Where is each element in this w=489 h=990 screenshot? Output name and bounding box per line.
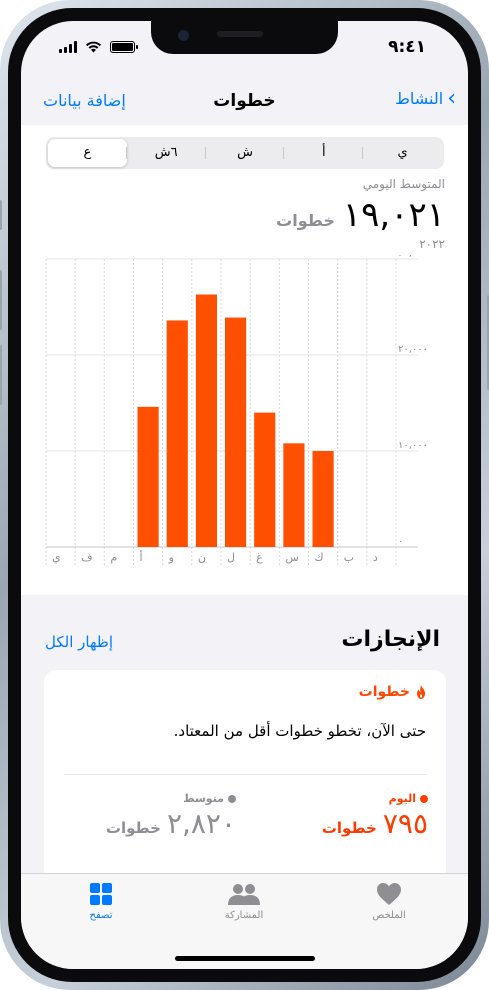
show-all-link[interactable]: إظهار الكل	[45, 633, 113, 651]
grid-icon	[90, 883, 112, 905]
x-tick-label: ك	[315, 551, 324, 564]
bar	[137, 406, 159, 547]
battery-icon	[110, 41, 138, 53]
bar	[254, 412, 276, 547]
card-category: خطوات	[358, 684, 410, 700]
card-header: خطوات	[359, 684, 426, 700]
year-label: ٢٠٢٢	[419, 237, 445, 251]
notch	[151, 21, 338, 54]
bar	[225, 317, 247, 547]
people-icon	[228, 884, 260, 905]
status-time: ٩:٤١	[388, 37, 426, 57]
tab-sharing-label: المشاركة	[224, 910, 264, 921]
card-divider	[64, 774, 426, 775]
x-tick-label: غ	[256, 551, 263, 564]
average-label: المتوسط اليومي	[362, 177, 445, 191]
steps-chart[interactable]: ٠ ١٠,٠٠٠ ٢٠,٠٠٠ ٣٠,٠٠٠ ي ف م أ و ن ل غ س ك ب د	[41, 255, 451, 595]
segment-week[interactable]: أ	[284, 139, 364, 167]
bar	[166, 320, 188, 547]
average-label-row: متوسط	[106, 792, 236, 805]
average-metric-value: ٢,٨٢٠	[166, 807, 236, 840]
bar	[312, 451, 334, 547]
average-unit: خطوات	[276, 211, 335, 230]
add-data-button[interactable]: إضافة بيانات	[43, 91, 126, 110]
today-metric: اليوم ٧٩٥ خطوات	[322, 792, 428, 840]
nav-bar: › النشاط خطوات إضافة بيانات	[21, 81, 468, 121]
bar	[283, 443, 305, 547]
x-tick-label: أ	[140, 550, 143, 564]
today-value-row: ٧٩٥ خطوات	[322, 807, 428, 840]
flame-icon	[417, 685, 425, 699]
signal-icon	[59, 41, 77, 53]
y-tick-label: ٢٠,٠٠٠	[398, 344, 428, 355]
today-dot-icon	[420, 794, 428, 803]
average-dot-icon	[228, 794, 236, 803]
tab-sharing[interactable]: المشاركة	[199, 882, 289, 921]
tab-bar: تصفح المشاركة الملخص	[21, 873, 468, 969]
y-tick-label: ١٠,٠٠٠	[398, 440, 428, 451]
x-tick-label: ي	[52, 551, 61, 564]
screen: ٩:٤١ › النشاط خطوات إضافة بيانات ي أ ش ٦…	[21, 21, 468, 969]
x-tick-label: ل	[227, 551, 235, 564]
x-tick-label: س	[285, 551, 298, 564]
camera	[178, 30, 189, 41]
segment-month[interactable]: ش	[206, 139, 285, 167]
average-value: ١٩,٠٢١ خطوات	[276, 195, 445, 235]
wifi-icon	[86, 41, 101, 53]
tab-browse[interactable]: تصفح	[56, 882, 146, 921]
today-label-row: اليوم	[322, 792, 428, 805]
achievements-section: الإنجازات إظهار الكل خطوات حتى الآن، تخط…	[21, 595, 468, 900]
x-tick-label: ف	[81, 551, 92, 564]
time-range-control: ي أ ش ٦ش ع	[46, 137, 444, 169]
achievement-card[interactable]: خطوات حتى الآن، تخطو خطوات أقل من المعتا…	[44, 670, 446, 900]
segment-year[interactable]: ع	[48, 139, 127, 167]
silent-switch	[0, 200, 2, 230]
home-indicator	[175, 956, 315, 961]
today-label: اليوم	[388, 792, 416, 805]
y-tick-label: ٠	[398, 536, 403, 547]
average-metric: متوسط ٢,٨٢٠ خطوات	[106, 792, 236, 840]
segment-day[interactable]: ي	[363, 139, 442, 167]
average-value-row: ٢,٨٢٠ خطوات	[106, 807, 236, 840]
heart-icon	[377, 883, 401, 905]
tab-summary[interactable]: الملخص	[344, 882, 434, 921]
volume-up-button	[0, 270, 2, 330]
average-metric-unit: خطوات	[105, 819, 161, 837]
today-value: ٧٩٥	[382, 807, 428, 840]
x-tick-label: ن	[198, 551, 206, 564]
speaker	[217, 31, 263, 37]
x-tick-label: و	[168, 551, 174, 564]
steps-content: ي أ ش ٦ش ع المتوسط اليومي ١٩,٠٢١ خطوات ٢…	[21, 125, 468, 595]
average-metric-label: متوسط	[183, 792, 224, 805]
bar	[195, 294, 217, 547]
y-tick-label: ٣٠,٠٠٠	[398, 255, 428, 259]
today-unit: خطوات	[321, 819, 377, 837]
status-icons	[59, 41, 138, 53]
volume-down-button	[0, 345, 2, 405]
tab-summary-label: الملخص	[372, 910, 406, 921]
achievements-title: الإنجازات	[341, 627, 440, 652]
average-number: ١٩,٠٢١	[342, 195, 445, 235]
x-tick-label: م	[110, 551, 117, 564]
x-tick-label: ب	[344, 551, 354, 564]
tab-browse-label: تصفح	[89, 910, 113, 921]
card-message: حتى الآن، تخطو خطوات أقل من المعتاد.	[173, 722, 426, 740]
x-tick-label: د	[373, 551, 378, 564]
segment-6-months[interactable]: ٦ش	[127, 139, 206, 167]
